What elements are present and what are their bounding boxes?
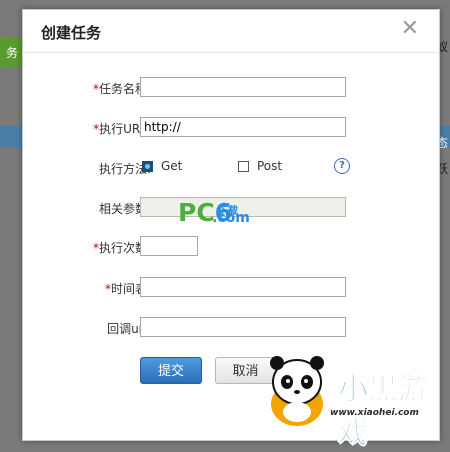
callback-url-row: 回调url:	[23, 317, 439, 339]
schedule-input[interactable]	[140, 277, 346, 297]
background-tab: 务	[0, 38, 22, 68]
panda-mascot-icon	[270, 356, 324, 426]
task-name-input[interactable]	[140, 77, 346, 97]
schedule-row: *时间表:	[23, 277, 439, 299]
background-header-strip-left	[0, 126, 22, 148]
dialog-title: 创建任务	[41, 24, 102, 42]
radio-post[interactable]: Post	[238, 159, 282, 173]
exec-url-row: *执行URL:	[23, 117, 439, 139]
xiaohei-watermark-url: www.xiaohei.com	[330, 408, 419, 418]
exec-url-input[interactable]	[140, 117, 346, 137]
radio-post-label: Post	[257, 159, 283, 173]
task-name-row: *任务名称:	[23, 77, 439, 99]
callback-url-input[interactable]	[140, 317, 346, 337]
radio-get-indicator[interactable]	[142, 160, 153, 172]
radio-get-label: Get	[161, 159, 183, 173]
radio-get[interactable]: Get	[142, 159, 182, 173]
help-icon[interactable]: ?	[334, 158, 350, 174]
radio-post-indicator[interactable]	[238, 160, 249, 172]
close-icon[interactable]: ✕	[401, 16, 419, 41]
exec-count-row: *执行次数:	[23, 236, 439, 258]
pc6-watermark-domain: .com	[212, 210, 250, 226]
exec-method-row: 执行方法: Get Post ?	[23, 157, 439, 179]
exec-count-input[interactable]	[140, 236, 198, 256]
dialog-header: 创建任务 ✕	[23, 10, 439, 53]
submit-button[interactable]: 提交	[140, 357, 202, 384]
